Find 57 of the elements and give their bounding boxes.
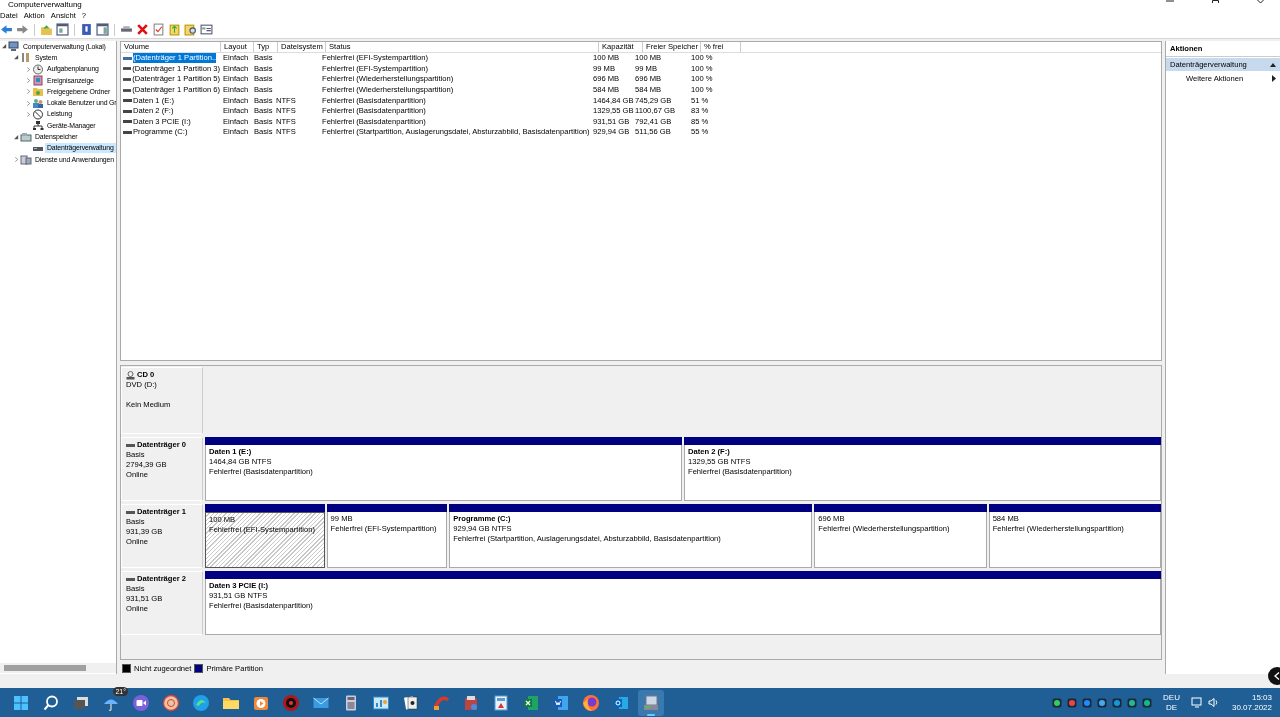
collapse-arrow-icon[interactable] bbox=[13, 134, 19, 140]
tray-icon[interactable] bbox=[1052, 697, 1063, 708]
action-pane-icon[interactable] bbox=[96, 23, 109, 36]
video-icon bbox=[132, 693, 150, 712]
device-tree-icon bbox=[32, 120, 44, 132]
install-box-icon bbox=[462, 693, 480, 712]
search-icon bbox=[42, 693, 60, 712]
shared-folder-icon bbox=[32, 86, 44, 98]
globe-icon bbox=[162, 693, 180, 712]
tray-icon[interactable] bbox=[1142, 697, 1153, 708]
properties-icon[interactable] bbox=[152, 23, 165, 36]
tray-icon[interactable] bbox=[1067, 697, 1078, 708]
tools-icon bbox=[20, 52, 32, 64]
cards-icon bbox=[402, 693, 420, 712]
chart-window-icon bbox=[372, 693, 390, 712]
storage-icon bbox=[20, 131, 32, 143]
spreadsheet-icon bbox=[522, 693, 540, 712]
clock[interactable]: 15:03 30.07.2022 bbox=[1231, 692, 1272, 713]
document-icon bbox=[552, 693, 570, 712]
tray-icon[interactable] bbox=[1082, 697, 1093, 708]
services-icon bbox=[20, 154, 32, 166]
tray-icon[interactable] bbox=[1127, 697, 1138, 708]
find-icon[interactable] bbox=[184, 23, 197, 36]
clock-icon bbox=[32, 63, 44, 75]
users-icon bbox=[32, 97, 44, 109]
console-icon[interactable] bbox=[200, 23, 213, 36]
tree-pane-icon[interactable] bbox=[56, 23, 69, 36]
help-icon[interactable] bbox=[80, 23, 93, 36]
no-entry-icon bbox=[32, 108, 44, 120]
scrollbar-thumb[interactable] bbox=[4, 665, 86, 671]
minimize-icon[interactable] bbox=[1166, 0, 1174, 3]
brush-icon bbox=[432, 693, 450, 712]
back-arrow-icon[interactable] bbox=[0, 23, 13, 36]
event-log-icon bbox=[32, 75, 44, 87]
chevron-left-icon bbox=[1274, 672, 1280, 680]
cd-drive-icon bbox=[126, 370, 135, 380]
target-icon bbox=[282, 693, 300, 712]
speaker-icon[interactable] bbox=[1207, 697, 1219, 708]
network-icon[interactable] bbox=[1190, 697, 1203, 708]
delete-icon[interactable] bbox=[136, 23, 149, 36]
collapse-arrow-icon[interactable] bbox=[13, 55, 19, 61]
windows-icon bbox=[12, 693, 30, 712]
collapse-icon bbox=[1270, 62, 1276, 67]
window-title: Computerverwaltung bbox=[7, 1, 82, 9]
forward-arrow-icon[interactable] bbox=[16, 23, 29, 36]
swirl-icon bbox=[192, 693, 210, 712]
id-card-icon bbox=[492, 693, 510, 712]
computer-icon bbox=[8, 41, 20, 53]
disk-manager-icon bbox=[642, 693, 660, 712]
taskbar-button[interactable] bbox=[638, 689, 664, 716]
tray-icon[interactable] bbox=[1112, 697, 1123, 708]
fox-browser-icon bbox=[582, 693, 600, 712]
tray-icon[interactable] bbox=[1097, 697, 1108, 708]
collapse-arrow-icon[interactable] bbox=[1, 44, 7, 50]
export-icon[interactable] bbox=[168, 23, 181, 36]
submenu-arrow-icon bbox=[1272, 75, 1276, 82]
language-indicator[interactable]: DEU DE bbox=[1163, 692, 1180, 713]
